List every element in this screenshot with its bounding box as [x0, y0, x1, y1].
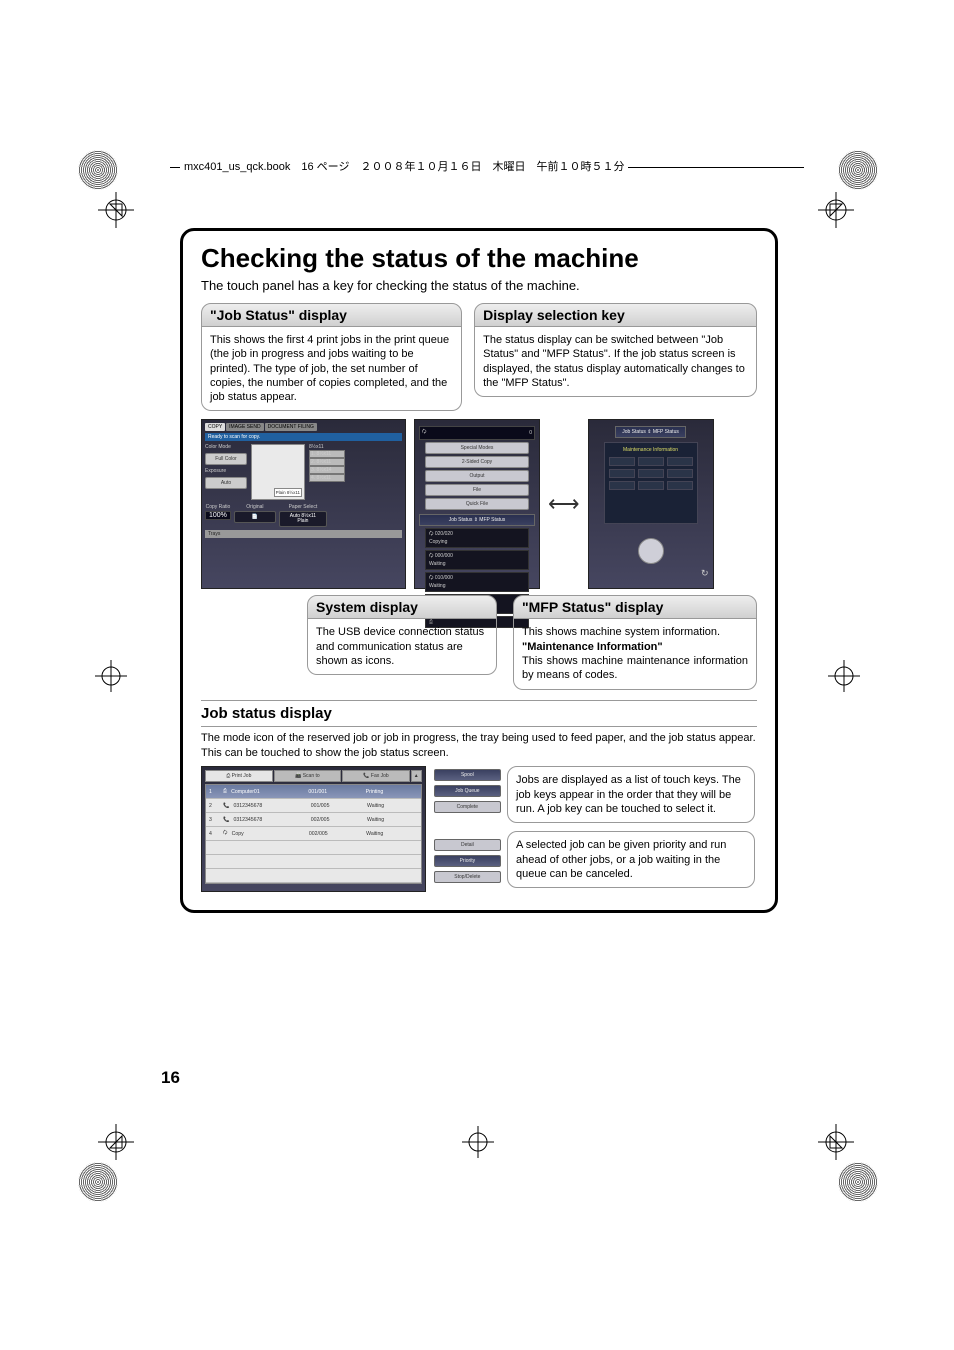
job-status-display-desc: The mode icon of the reserved job or job…	[201, 731, 757, 761]
job-status-row: 🗘 020/020Copying	[425, 528, 529, 548]
two-sided-copy-button[interactable]: 2-Sided Copy	[425, 456, 529, 468]
callout-title: "Job Status" display	[201, 303, 462, 327]
job-row-empty	[206, 855, 421, 869]
refresh-icon[interactable]: ↻	[593, 568, 709, 579]
job-list: 1⎙Computer01001/001Printing 2📞0312345678…	[205, 784, 422, 884]
tray-item[interactable]: 2. 8½x11	[309, 458, 345, 466]
status-panel: 🗘0 Special Modes 2-Sided Copy Output Fil…	[414, 419, 540, 589]
file-button[interactable]: File	[425, 484, 529, 496]
page-subtitle: The touch panel has a key for checking t…	[201, 278, 757, 293]
original-button[interactable]: 📄	[234, 511, 276, 523]
callout-mfp-status: "MFP Status" display This shows machine …	[513, 595, 757, 689]
page-header: mxc401_us_qck.book 16 ページ ２００８年１０月１６日 木曜…	[180, 158, 628, 174]
page-title: Checking the status of the machine	[201, 243, 757, 274]
spool-button[interactable]: Spool	[434, 769, 501, 781]
priority-button[interactable]: Priority	[434, 855, 501, 867]
copy-ratio-button[interactable]: 100%	[205, 511, 231, 520]
callout-title: System display	[307, 595, 497, 619]
callout-display-selection-key: Display selection key The status display…	[474, 303, 757, 411]
tab-fax-job[interactable]: 📞 Fax Job	[342, 770, 410, 782]
job-row-empty	[206, 869, 421, 883]
callout-title: "MFP Status" display	[513, 595, 757, 619]
quick-file-button[interactable]: Quick File	[425, 498, 529, 510]
crop-mark	[818, 192, 854, 228]
job-row-empty	[206, 841, 421, 855]
paper-select-button[interactable]: Auto 8½x11 Plain	[279, 511, 327, 527]
job-status-display-title: Job status display	[201, 705, 757, 722]
scroll-up-button[interactable]: ▲	[411, 770, 422, 782]
paper-note: Plain 8½x11	[274, 488, 302, 497]
exposure-label: Exposure	[205, 468, 247, 474]
special-modes-button[interactable]: Special Modes	[425, 442, 529, 454]
callout-job-status: "Job Status" display This shows the firs…	[201, 303, 462, 411]
paper-select-label: Paper Select	[289, 504, 318, 510]
detail-button[interactable]: Detail	[434, 839, 501, 851]
tray-list: 8½x11 1. 8½x11 2. 8½x11 3. 8½x14 4. 8½x1…	[309, 444, 345, 500]
crop-mark	[818, 1124, 854, 1160]
copy-counter: 🗘0	[419, 426, 535, 440]
page-number: 16	[161, 1068, 180, 1088]
job-queue-screen: ⎙ Print Job 📠 Scan to 📞 Fax Job ▲ 1⎙Comp…	[201, 766, 426, 892]
tray-item[interactable]: 1. 8½x11	[309, 450, 345, 458]
callout-job-list-explain: Jobs are displayed as a list of touch ke…	[507, 766, 755, 823]
tray-item[interactable]: 3. 8½x14	[309, 466, 345, 474]
job-status-row: 🗘 010/000Waiting	[425, 572, 529, 592]
callout-body: The USB device connection status and com…	[307, 619, 497, 675]
side-mark	[828, 660, 860, 692]
tab-image-send[interactable]: IMAGE SEND	[226, 423, 263, 431]
color-mode-button[interactable]: Full Color	[205, 453, 247, 465]
side-mark	[95, 660, 127, 692]
tab-copy[interactable]: COPY	[205, 423, 225, 431]
copy-screen: COPY IMAGE SEND DOCUMENT FILING Ready to…	[201, 419, 406, 589]
side-mark	[462, 1126, 494, 1158]
callout-job-priority-explain: A selected job can be given priority and…	[507, 831, 755, 888]
stop-delete-button[interactable]: Stop/Delete	[434, 871, 501, 883]
output-button[interactable]: Output	[425, 470, 529, 482]
crop-mark	[98, 192, 134, 228]
callout-body: The status display can be switched betwe…	[474, 327, 757, 397]
register-mark	[838, 1162, 878, 1202]
ready-message: Ready to scan for copy.	[205, 433, 402, 441]
crop-mark	[98, 1124, 134, 1160]
tab-document-filing[interactable]: DOCUMENT FILING	[265, 423, 317, 431]
job-row[interactable]: 3📞0312345678002/005Waiting	[206, 813, 421, 827]
job-status-row: 🗘 000/000Waiting	[425, 550, 529, 570]
mfp-status-panel: Job Status ⇕ MFP Status Maintenance Info…	[588, 419, 714, 589]
register-mark	[78, 1162, 118, 1202]
bidirectional-arrow-icon: ⟷	[548, 491, 580, 517]
callout-title: Display selection key	[474, 303, 757, 327]
job-row[interactable]: 1⎙Computer01001/001Printing	[206, 785, 421, 799]
register-mark	[78, 150, 118, 190]
main-panel: Checking the status of the machine The t…	[180, 228, 778, 913]
exposure-button[interactable]: Auto	[205, 477, 247, 489]
original-preview: Plain 8½x11	[251, 444, 305, 500]
register-mark	[838, 150, 878, 190]
color-mode-label: Color Mode	[205, 444, 247, 450]
tray-item[interactable]: 4. 8½x11	[309, 474, 345, 482]
callout-body: This shows the first 4 print jobs in the…	[201, 327, 462, 411]
maintenance-info-title: Maintenance Information	[609, 447, 693, 453]
maintenance-info-box: Maintenance Information	[604, 442, 698, 524]
status-dial-icon	[638, 538, 664, 564]
job-side-buttons: Spool Job Queue Complete Detail Priority…	[434, 766, 501, 892]
original-label: Original	[246, 504, 263, 510]
trays-bar[interactable]: Trays	[205, 530, 402, 538]
tab-scan-to[interactable]: 📠 Scan to	[274, 770, 342, 782]
callout-system-display: System display The USB device connection…	[307, 595, 497, 689]
tab-print-job[interactable]: ⎙ Print Job	[205, 770, 273, 782]
job-row[interactable]: 4🗘Copy002/005Waiting	[206, 827, 421, 841]
complete-button[interactable]: Complete	[434, 801, 501, 813]
mfp-status-key[interactable]: Job Status ⇕ MFP Status	[615, 426, 686, 438]
job-queue-button[interactable]: Job Queue	[434, 785, 501, 797]
callout-body: This shows machine system information. "…	[513, 619, 757, 689]
copy-ratio-label: Copy Ratio	[206, 504, 231, 510]
job-status-key[interactable]: Job Status ⇕ MFP Status	[419, 514, 535, 526]
job-row[interactable]: 2📞0312345678001/005Waiting	[206, 799, 421, 813]
